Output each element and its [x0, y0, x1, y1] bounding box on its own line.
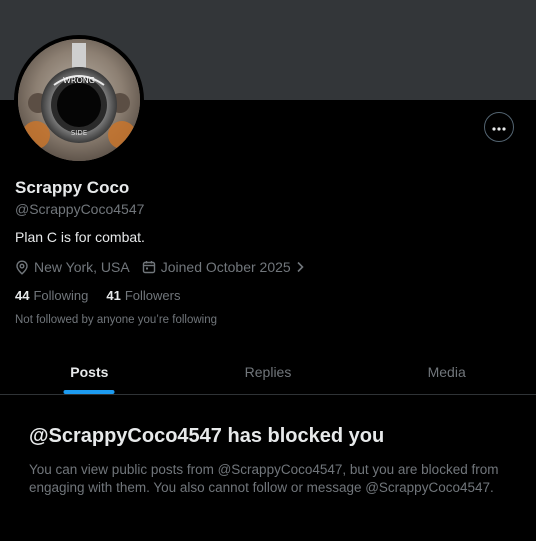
tab-posts[interactable]: Posts: [0, 349, 179, 394]
tab-media[interactable]: Media: [357, 349, 536, 394]
avatar[interactable]: WRONG SIDE: [14, 35, 144, 165]
calendar-icon: [142, 260, 161, 274]
following-label: Following: [33, 288, 89, 303]
active-tab-indicator: [63, 390, 115, 394]
profile-bio: Plan C is for combat.: [15, 229, 145, 245]
avatar-image: WRONG SIDE: [18, 39, 140, 161]
blocked-message: You can view public posts from @ScrappyC…: [29, 462, 499, 495]
tab-label: Replies: [244, 363, 292, 380]
tab-label: Media: [427, 363, 466, 380]
location: New York, USA: [15, 259, 130, 275]
follow-stats: 44 Following 41 Followers: [15, 288, 198, 303]
join-date-text: Joined October 2025: [160, 259, 291, 275]
not-followed-notice: Not followed by anyone you’re following: [15, 314, 218, 326]
more-horizontal-icon: [492, 118, 506, 136]
svg-text:SIDE: SIDE: [71, 129, 87, 137]
followers-link[interactable]: 41 Followers: [106, 288, 180, 303]
followers-label: Followers: [124, 288, 181, 303]
following-link[interactable]: 44 Following: [15, 288, 88, 303]
location-text: New York, USA: [34, 259, 130, 275]
profile-page: WRONG SIDE Scrappy Coco @ScrappyCoco4547…: [0, 0, 536, 541]
tab-replies[interactable]: Replies: [179, 349, 358, 394]
tab-label: Posts: [70, 363, 109, 380]
profile-tabs: Posts Replies Media: [0, 349, 536, 395]
join-date[interactable]: Joined October 2025: [142, 259, 309, 275]
chevron-right-icon: [296, 261, 309, 273]
followers-count: 41: [106, 288, 121, 303]
more-options-button[interactable]: [484, 112, 514, 142]
following-count: 44: [15, 288, 30, 303]
profile-meta: New York, USA Joined October 2025: [15, 258, 309, 276]
location-pin-icon: [15, 259, 34, 275]
profile-name: Scrappy Coco: [15, 178, 130, 197]
svg-text:WRONG: WRONG: [63, 76, 95, 85]
blocked-title: @ScrappyCoco4547 has blocked you: [29, 425, 385, 447]
profile-handle: @ScrappyCoco4547: [15, 201, 145, 217]
